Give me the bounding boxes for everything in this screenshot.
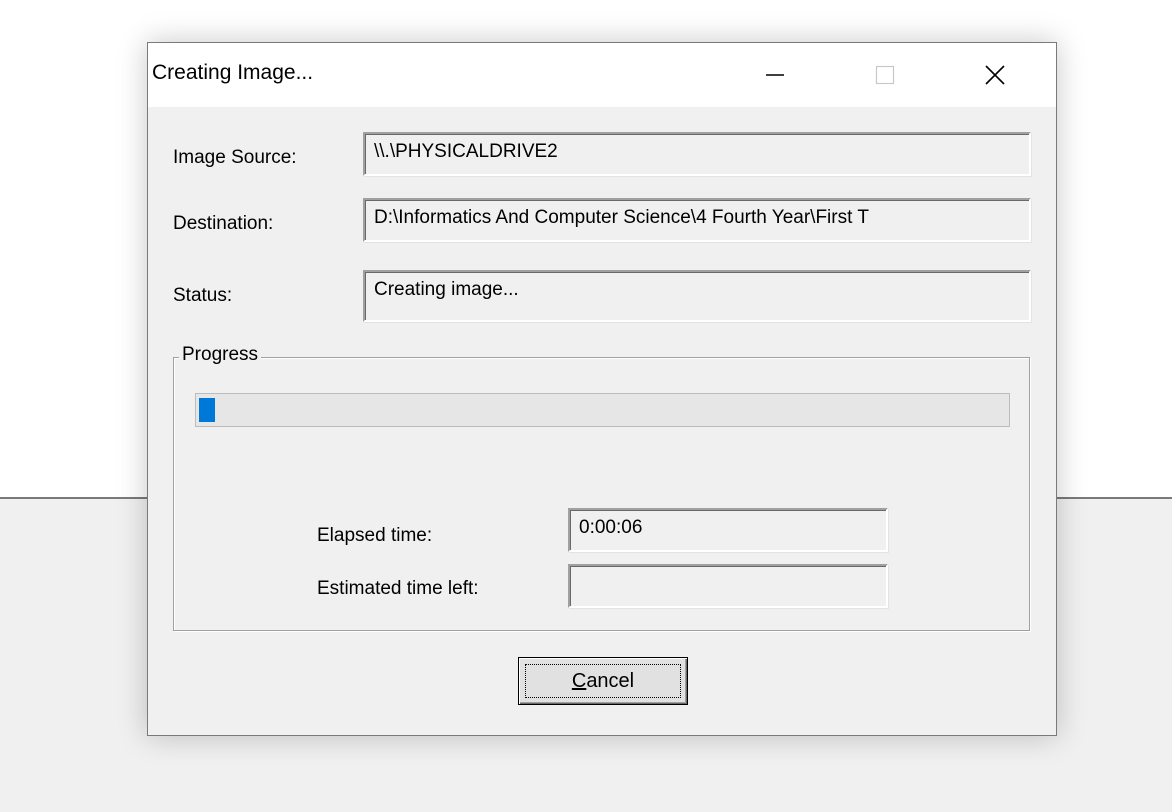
destination-label: Destination: bbox=[173, 213, 274, 234]
window-title: Creating Image... bbox=[152, 61, 314, 84]
image-source-field[interactable]: \\.\PHYSICALDRIVE2 bbox=[363, 132, 1031, 176]
close-icon bbox=[985, 65, 1005, 85]
status-field[interactable]: Creating image... bbox=[363, 270, 1031, 322]
close-button[interactable] bbox=[960, 43, 1030, 107]
maximize-button bbox=[850, 43, 920, 107]
status-label: Status: bbox=[173, 285, 233, 306]
cancel-mnemonic: C bbox=[571, 669, 587, 692]
cancel-label-rest: ancel bbox=[586, 669, 635, 692]
elapsed-time-field[interactable]: 0:00:06 bbox=[568, 508, 888, 552]
estimated-time-left-label: Estimated time left: bbox=[317, 578, 479, 599]
estimated-time-left-field[interactable] bbox=[568, 564, 888, 608]
progress-bar-fill bbox=[199, 398, 215, 422]
title-bar[interactable]: Creating Image... bbox=[148, 43, 1056, 107]
progress-bar bbox=[195, 393, 1010, 427]
cancel-button[interactable]: Cancel bbox=[518, 657, 688, 705]
elapsed-time-label: Elapsed time: bbox=[317, 525, 433, 546]
minimize-button[interactable] bbox=[740, 43, 810, 107]
image-source-label: Image Source: bbox=[173, 147, 297, 168]
cancel-button-label: Cancel bbox=[572, 670, 634, 693]
minimize-icon bbox=[766, 74, 784, 76]
destination-field[interactable]: D:\Informatics And Computer Science\4 Fo… bbox=[363, 198, 1031, 242]
creating-image-dialog: Creating Image... Image Source: \\.\PHYS… bbox=[147, 42, 1057, 736]
maximize-icon bbox=[875, 65, 895, 85]
progress-legend: Progress bbox=[179, 344, 262, 366]
